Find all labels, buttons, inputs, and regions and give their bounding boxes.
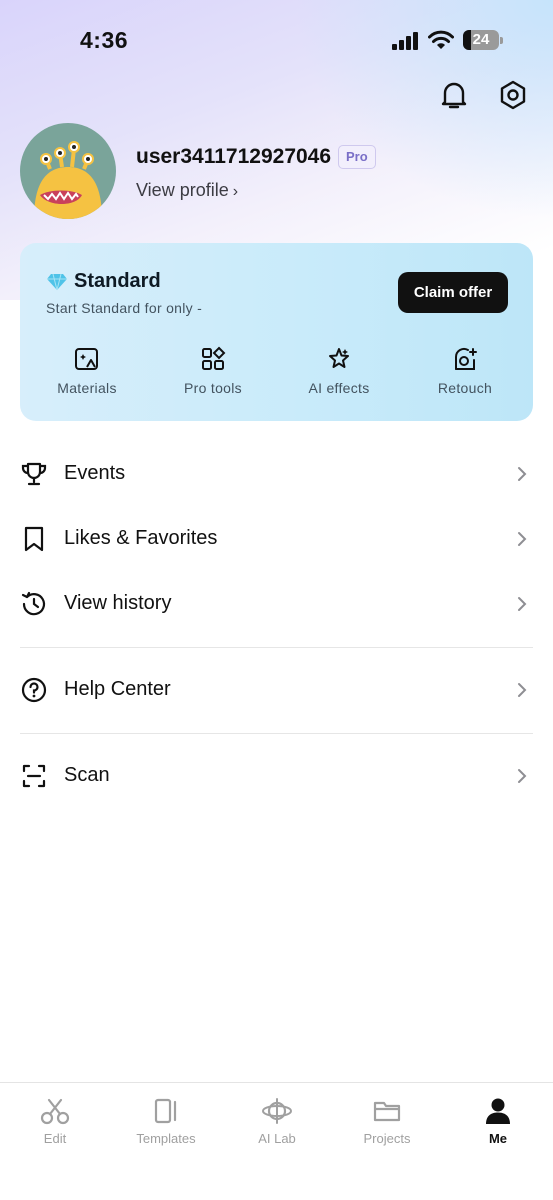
tab-ai-lab[interactable]: AI Lab [227, 1097, 327, 1146]
pro-badge: Pro [338, 145, 376, 169]
wifi-icon [428, 30, 454, 49]
chevron-right-icon [518, 769, 527, 783]
diamond-icon [47, 273, 67, 290]
tab-label: Edit [43, 1131, 67, 1146]
chevron-right-icon [518, 683, 527, 697]
tab-label: Me [488, 1131, 508, 1146]
menu-item-scan[interactable]: Scan [0, 746, 553, 806]
feature-label: Retouch [437, 380, 493, 396]
person-icon [486, 1098, 510, 1124]
monster-avatar-icon [34, 141, 102, 219]
chevron-right-icon [518, 597, 527, 611]
feature-label: Materials [57, 380, 117, 396]
tab-label: Templates [136, 1131, 196, 1146]
scissors-icon [40, 1098, 70, 1125]
view-profile-link[interactable]: View profile › [136, 180, 238, 201]
help-icon [21, 677, 47, 703]
plan-title: Standard [46, 270, 161, 293]
battery-level: 24 [472, 31, 490, 48]
tab-templates[interactable]: Templates [116, 1097, 216, 1146]
menu-item-view-history[interactable]: View history [0, 574, 553, 634]
tab-me[interactable]: Me [448, 1097, 548, 1146]
folder-icon [373, 1101, 401, 1122]
standard-plan-card[interactable]: Standard Start Standard for only - Claim… [20, 243, 533, 421]
menu-label: Events [64, 462, 126, 484]
scan-icon [22, 764, 46, 788]
menu-label: Likes & Favorites [64, 527, 218, 549]
tab-edit[interactable]: Edit [5, 1097, 105, 1146]
menu-item-events[interactable]: Events [0, 444, 553, 504]
gear-icon[interactable] [496, 78, 530, 112]
bell-icon[interactable] [437, 78, 471, 112]
feature-retouch[interactable]: Retouch [410, 346, 520, 396]
feature-ai-effects[interactable]: AI effects [284, 346, 394, 396]
divider [20, 733, 533, 734]
plan-subtitle: Start Standard for only - [46, 300, 203, 316]
pro-tools-icon [202, 346, 226, 370]
username: user3411712927046 [136, 145, 332, 168]
feature-pro-tools[interactable]: Pro tools [158, 346, 268, 396]
bottom-tab-bar: Edit Templates AI Lab Projects Me [0, 1082, 553, 1200]
trophy-icon [21, 462, 47, 486]
feature-label: AI effects [308, 380, 370, 396]
menu-label: View history [64, 592, 172, 614]
menu-item-help-center[interactable]: Help Center [0, 660, 553, 720]
materials-icon [75, 348, 98, 370]
ai-lab-icon [262, 1098, 292, 1124]
plan-title-text: Standard [74, 270, 161, 292]
tab-label: AI Lab [258, 1131, 296, 1146]
status-bar: 4:36 24 [0, 0, 553, 82]
chevron-right-icon: › [232, 183, 239, 200]
cellular-signal-icon [392, 32, 418, 50]
menu-label: Help Center [64, 678, 171, 700]
battery-indicator: 24 [463, 30, 503, 50]
menu-label: Scan [64, 764, 110, 786]
tab-projects[interactable]: Projects [337, 1097, 437, 1146]
tab-label: Projects [363, 1131, 411, 1146]
chevron-right-icon [518, 467, 527, 481]
chevron-right-icon [518, 532, 527, 546]
feature-label: Pro tools [184, 380, 242, 396]
claim-offer-button[interactable]: Claim offer [398, 272, 508, 313]
avatar[interactable] [20, 123, 116, 219]
divider [20, 647, 533, 648]
bookmark-icon [24, 526, 44, 552]
retouch-icon [454, 347, 477, 370]
ai-effects-icon [329, 348, 349, 368]
feature-materials[interactable]: Materials [32, 346, 142, 396]
menu-item-likes-favorites[interactable]: Likes & Favorites [0, 509, 553, 569]
status-time: 4:36 [80, 27, 129, 53]
templates-icon [154, 1098, 177, 1124]
history-icon [21, 591, 46, 616]
view-profile-label: View profile [136, 180, 229, 200]
